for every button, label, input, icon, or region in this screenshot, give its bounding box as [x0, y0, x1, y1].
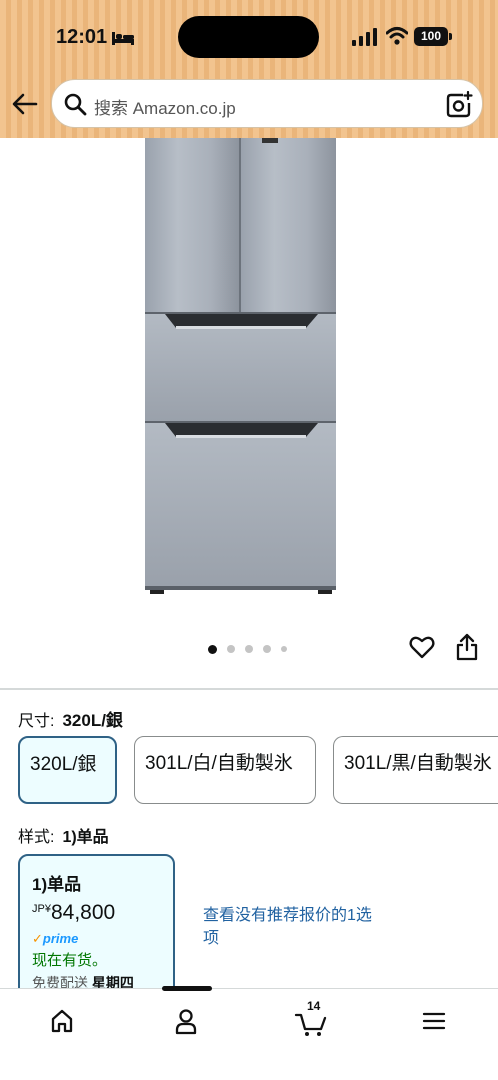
prime-check-icon: ✓ — [32, 931, 43, 946]
bottom-navigation: 14 — [0, 986, 498, 1080]
refrigerator-image — [145, 138, 336, 594]
menu-icon[interactable] — [414, 1001, 454, 1041]
battery-indicator: 100 — [414, 27, 452, 46]
cart-button[interactable]: 14 — [292, 999, 332, 1041]
size-option-320l-silver[interactable]: 320L/銀 — [18, 736, 117, 804]
style-selected-value: 1)单品 — [62, 829, 109, 846]
home-icon[interactable] — [42, 1001, 82, 1041]
pagination-dot[interactable] — [227, 645, 235, 653]
active-tab-indicator — [162, 986, 212, 991]
battery-tip — [449, 33, 452, 40]
prime-badge: ✓prime — [32, 931, 161, 947]
status-time: 12:01 — [56, 26, 108, 48]
cart-count-badge: 14 — [307, 999, 321, 1013]
price: JP¥84,800 — [32, 901, 161, 925]
battery-level: 100 — [414, 27, 448, 46]
camera-search-icon[interactable] — [445, 91, 473, 119]
product-image[interactable] — [0, 138, 498, 608]
section-divider — [0, 688, 498, 690]
back-arrow-icon[interactable] — [12, 92, 38, 116]
pagination-dot[interactable] — [263, 645, 271, 653]
size-label-text: 尺寸: — [18, 713, 55, 730]
share-icon[interactable] — [455, 632, 479, 662]
size-option-label: 301L/黒/自動製氷 — [344, 753, 492, 774]
search-icon — [64, 93, 87, 116]
wishlist-heart-icon[interactable] — [409, 634, 435, 660]
size-selected-value: 320L/銀 — [62, 711, 123, 730]
account-icon[interactable] — [166, 1001, 206, 1041]
wifi-icon — [386, 27, 408, 45]
price-value: 84,800 — [50, 901, 116, 924]
pagination-dot[interactable] — [245, 645, 253, 653]
search-input[interactable]: 搜索 Amazon.co.jp — [94, 94, 236, 119]
other-offers-link[interactable]: 查看没有推荐报价的1选项 — [203, 904, 373, 950]
size-option-label: 301L/白/自動製氷 — [145, 753, 293, 774]
size-option-301l-white[interactable]: 301L/白/自動製氷 — [134, 736, 316, 804]
size-selector-label: 尺寸: 320L/銀 — [18, 706, 123, 731]
sleep-focus-icon — [112, 32, 134, 45]
price-currency: JP¥ — [32, 903, 51, 915]
pagination-dot[interactable] — [281, 646, 287, 652]
style-selector-label: 样式: 1)单品 — [18, 823, 109, 847]
size-option-301l-black[interactable]: 301L/黒/自動製氷 — [333, 736, 498, 804]
app-header: 12:01 100 搜索 Amazon.co.jp — [0, 0, 498, 138]
search-bar[interactable]: 搜索 Amazon.co.jp — [51, 79, 483, 128]
style-option-name: 1)单品 — [32, 875, 82, 894]
style-option-single[interactable]: 1)单品 JP¥84,800 ✓prime 现在有货。 免费配送 星期四 — [18, 854, 175, 1004]
availability-text: 现在有货。 — [32, 952, 108, 969]
cellular-signal-icon — [352, 28, 377, 46]
image-pagination-dots — [205, 643, 295, 655]
status-bar: 12:01 100 — [0, 0, 498, 70]
prime-label: prime — [42, 931, 79, 946]
size-option-label: 320L/銀 — [30, 754, 97, 775]
pagination-dot-active[interactable] — [208, 645, 217, 654]
style-label-text: 样式: — [18, 829, 55, 846]
dynamic-island — [178, 16, 319, 58]
